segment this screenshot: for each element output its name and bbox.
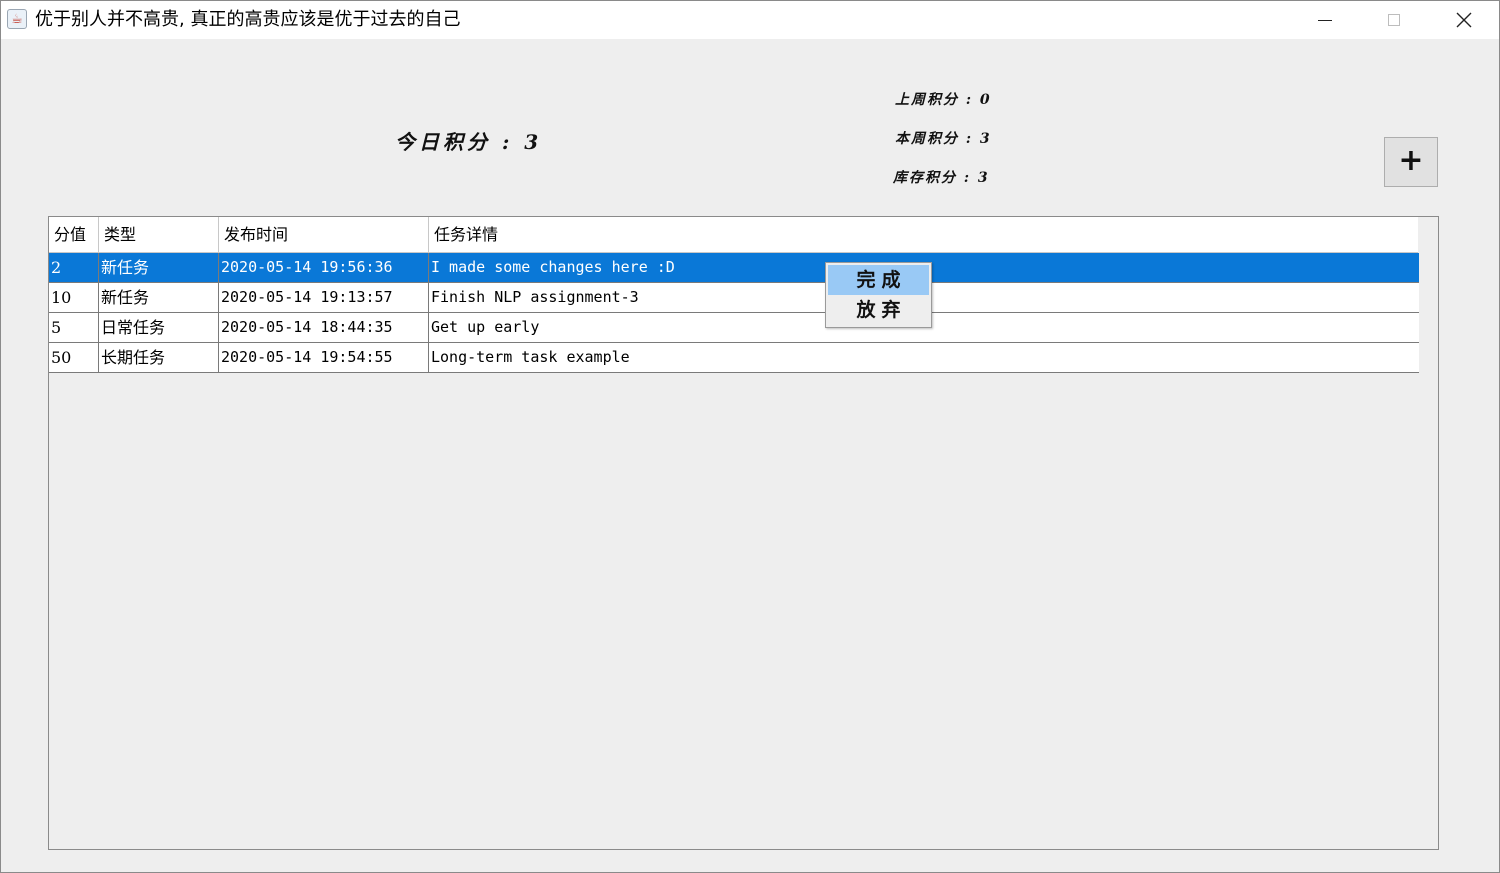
table-body: 2 新任务 2020-05-14 19:56:36 I made some ch… bbox=[49, 253, 1419, 373]
last-week-score-label: 上周积分 : 0 bbox=[895, 92, 992, 108]
cell-detail: Long-term task example bbox=[431, 348, 630, 366]
add-task-button[interactable]: + bbox=[1384, 137, 1438, 187]
cell-type: 长期任务 bbox=[99, 343, 219, 372]
table-row[interactable]: 50 长期任务 2020-05-14 19:54:55 Long-term ta… bbox=[49, 343, 1419, 373]
cell-score: 50 bbox=[49, 343, 99, 372]
cell-score: 10 bbox=[49, 283, 99, 312]
app-window: ☕ 优于别人并不高贵, 真正的高贵应该是优于过去的自己 今日积分 : 3 上周积… bbox=[0, 0, 1500, 873]
cell-time: 2020-05-14 19:54:55 bbox=[219, 343, 429, 372]
table-row[interactable]: 10 新任务 2020-05-14 19:13:57 Finish NLP as… bbox=[49, 283, 1419, 313]
cell-time: 2020-05-14 19:56:36 bbox=[219, 253, 429, 282]
minimize-icon bbox=[1318, 19, 1332, 21]
cell-type: 新任务 bbox=[99, 253, 219, 282]
column-header-time[interactable]: 发布时间 bbox=[219, 217, 429, 252]
maximize-button[interactable] bbox=[1371, 1, 1417, 39]
menu-item-complete[interactable]: 完成 bbox=[828, 265, 929, 295]
menu-item-abandon[interactable]: 放弃 bbox=[828, 295, 929, 325]
row-context-menu: 完成 放弃 bbox=[825, 262, 932, 328]
today-score-label: 今日积分 : 3 bbox=[395, 130, 543, 154]
cell-time: 2020-05-14 19:13:57 bbox=[219, 283, 429, 312]
this-week-score-label: 本周积分 : 3 bbox=[895, 131, 992, 147]
cell-score: 5 bbox=[49, 313, 99, 342]
title-bar: ☕ 优于别人并不高贵, 真正的高贵应该是优于过去的自己 bbox=[1, 1, 1499, 39]
column-header-type[interactable]: 类型 bbox=[99, 217, 219, 252]
maximize-icon bbox=[1388, 14, 1400, 26]
table-row[interactable]: 2 新任务 2020-05-14 19:56:36 I made some ch… bbox=[49, 253, 1419, 283]
table-header: 分值 类型 发布时间 任务详情 bbox=[49, 217, 1418, 253]
column-header-score[interactable]: 分值 bbox=[49, 217, 99, 252]
task-table-panel[interactable]: 分值 类型 发布时间 任务详情 2 新任务 2020-05-14 19:56:3… bbox=[48, 216, 1439, 850]
column-header-detail[interactable]: 任务详情 bbox=[429, 217, 1418, 252]
java-cup-icon: ☕ bbox=[7, 9, 27, 29]
close-icon bbox=[1456, 12, 1472, 28]
stock-score-label: 库存积分 : 3 bbox=[893, 170, 990, 186]
window-title: 优于别人并不高贵, 真正的高贵应该是优于过去的自己 bbox=[35, 9, 461, 30]
table-row[interactable]: 5 日常任务 2020-05-14 18:44:35 Get up early bbox=[49, 313, 1419, 343]
close-button[interactable] bbox=[1441, 1, 1487, 39]
cell-time: 2020-05-14 18:44:35 bbox=[219, 313, 429, 342]
cell-type: 日常任务 bbox=[99, 313, 219, 342]
cell-score: 2 bbox=[49, 253, 99, 282]
minimize-button[interactable] bbox=[1302, 1, 1348, 39]
cell-type: 新任务 bbox=[99, 283, 219, 312]
